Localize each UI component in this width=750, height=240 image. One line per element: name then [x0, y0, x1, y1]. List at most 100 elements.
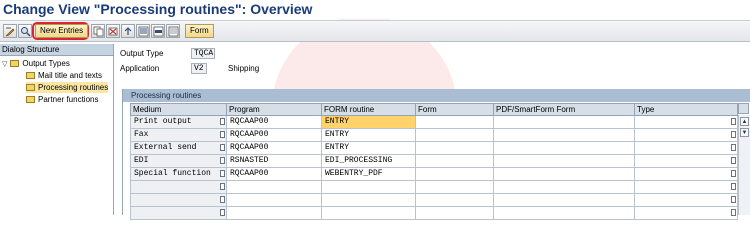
cell-form-routine[interactable]: ENTRY	[321, 141, 416, 155]
value-help-icon[interactable]	[731, 157, 736, 164]
cell-medium[interactable]: Print output	[130, 115, 227, 129]
cell-program[interactable]	[226, 193, 322, 207]
cell-medium[interactable]: Special function	[130, 167, 227, 181]
select-all-icon[interactable]	[136, 24, 150, 38]
cell-form[interactable]	[415, 154, 494, 168]
value-help-icon[interactable]	[220, 157, 225, 164]
new-entries-button[interactable]: New Entries	[35, 24, 89, 38]
cell-text: Special function	[134, 169, 211, 178]
delete-icon[interactable]	[106, 24, 120, 38]
find-icon[interactable]	[18, 24, 32, 38]
cell-program[interactable]: RSNASTED	[226, 154, 322, 168]
scroll-up-icon[interactable]: ▲	[740, 117, 749, 126]
cell-type[interactable]	[634, 154, 738, 168]
cell-pdf-smartform-form[interactable]	[493, 167, 635, 181]
cell-program[interactable]: RQCAAP00	[226, 115, 322, 129]
column-header-type[interactable]: Type	[634, 103, 738, 116]
cell-form[interactable]	[415, 141, 494, 155]
cell-program[interactable]: RQCAAP00	[226, 128, 322, 142]
cell-form[interactable]	[415, 206, 494, 220]
cell-text	[495, 195, 498, 204]
value-help-icon[interactable]	[731, 144, 736, 151]
value-help-icon[interactable]	[731, 209, 736, 216]
vertical-scrollbar[interactable]: ▲ ▼	[738, 115, 750, 215]
value-help-icon[interactable]	[220, 144, 225, 151]
cell-text	[636, 143, 639, 152]
undo-icon[interactable]	[121, 24, 135, 38]
cell-form-routine[interactable]	[321, 193, 416, 207]
cell-form[interactable]	[415, 193, 494, 207]
cell-pdf-smartform-form[interactable]	[493, 141, 635, 155]
cell-type[interactable]	[634, 141, 738, 155]
cell-pdf-smartform-form[interactable]	[493, 115, 635, 129]
cell-pdf-smartform-form[interactable]	[493, 128, 635, 142]
cell-medium[interactable]: EDI	[130, 154, 227, 168]
cell-type[interactable]	[634, 206, 738, 220]
value-help-icon[interactable]	[220, 170, 225, 177]
cell-type[interactable]	[634, 128, 738, 142]
cell-form[interactable]	[415, 167, 494, 181]
value-help-icon[interactable]	[220, 118, 225, 125]
copy-icon[interactable]	[91, 24, 105, 38]
cell-type[interactable]	[634, 180, 738, 194]
cell-text: ENTRY	[325, 117, 350, 126]
cell-program[interactable]: RQCAAP00	[226, 141, 322, 155]
cell-form-routine[interactable]	[321, 180, 416, 194]
cell-medium[interactable]: External send	[130, 141, 227, 155]
column-header-program[interactable]: Program	[226, 103, 322, 116]
tree-item-mail-title-and-texts[interactable]: Mail title and texts	[26, 70, 102, 81]
display-change-icon[interactable]	[3, 24, 17, 38]
open-folder-icon	[26, 84, 35, 91]
tree-item-output-types[interactable]: ▽ Output Types	[2, 58, 70, 69]
cell-program[interactable]	[226, 206, 322, 220]
column-header-medium[interactable]: Medium	[130, 103, 227, 116]
cell-medium[interactable]	[130, 180, 227, 194]
value-help-icon[interactable]	[731, 131, 736, 138]
cell-program[interactable]: RQCAAP00	[226, 167, 322, 181]
cell-form-routine[interactable]	[321, 206, 416, 220]
cell-form-routine[interactable]: ENTRY	[321, 115, 416, 129]
folder-icon	[10, 60, 20, 67]
scroll-down-icon[interactable]: ▼	[740, 128, 749, 137]
cell-text	[417, 182, 420, 191]
cell-form[interactable]	[415, 128, 494, 142]
cell-type[interactable]	[634, 115, 738, 129]
value-help-icon[interactable]	[220, 209, 225, 216]
cell-type[interactable]	[634, 167, 738, 181]
value-help-icon[interactable]	[731, 196, 736, 203]
tree-item-partner-functions[interactable]: Partner functions	[26, 94, 98, 105]
select-block-icon[interactable]	[151, 24, 165, 38]
value-help-icon[interactable]	[731, 170, 736, 177]
cell-medium[interactable]: Fax	[130, 128, 227, 142]
column-header-form-routine[interactable]: FORM routine	[321, 103, 416, 116]
cell-medium[interactable]	[130, 206, 227, 220]
cell-pdf-smartform-form[interactable]	[493, 154, 635, 168]
tree-item-processing-routines[interactable]: Processing routines	[26, 82, 109, 93]
cell-text: WEBENTRY_PDF	[325, 169, 383, 178]
cell-form[interactable]	[415, 115, 494, 129]
column-settings-icon[interactable]	[738, 103, 749, 114]
table-row	[130, 180, 738, 194]
column-header-form[interactable]: Form	[415, 103, 494, 116]
form-button[interactable]: Form	[185, 24, 214, 38]
expand-triangle-icon[interactable]: ▽	[2, 59, 7, 70]
cell-form-routine[interactable]: EDI_PROCESSING	[321, 154, 416, 168]
cell-pdf-smartform-form[interactable]	[493, 193, 635, 207]
value-help-icon[interactable]	[220, 131, 225, 138]
column-header-pdf-smartform-form[interactable]: PDF/SmartForm Form	[493, 103, 635, 116]
value-help-icon[interactable]	[220, 183, 225, 190]
deselect-all-icon[interactable]	[166, 24, 180, 38]
cell-program[interactable]	[226, 180, 322, 194]
cell-form-routine[interactable]: ENTRY	[321, 128, 416, 142]
cell-text	[636, 117, 639, 126]
cell-medium[interactable]	[130, 193, 227, 207]
value-help-icon[interactable]	[731, 118, 736, 125]
cell-text: EDI_PROCESSING	[325, 156, 393, 165]
cell-pdf-smartform-form[interactable]	[493, 180, 635, 194]
value-help-icon[interactable]	[220, 196, 225, 203]
value-help-icon[interactable]	[731, 183, 736, 190]
cell-form[interactable]	[415, 180, 494, 194]
cell-form-routine[interactable]: WEBENTRY_PDF	[321, 167, 416, 181]
cell-type[interactable]	[634, 193, 738, 207]
cell-pdf-smartform-form[interactable]	[493, 206, 635, 220]
